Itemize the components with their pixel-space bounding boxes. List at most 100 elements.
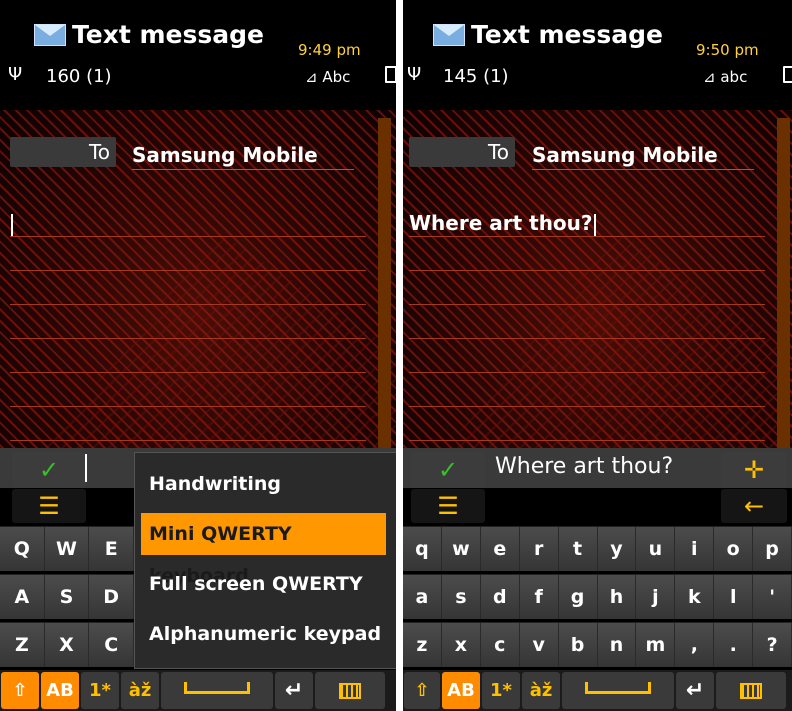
key-s[interactable]: S xyxy=(44,575,90,619)
input-preview: Where art thou? xyxy=(495,454,674,479)
enter-key[interactable]: ↵ xyxy=(676,672,714,709)
key-m[interactable]: m xyxy=(636,623,676,667)
key-q[interactable]: q xyxy=(403,527,442,571)
key-row-3: z x c v b n m , . ? xyxy=(403,622,792,667)
recipient-field[interactable]: Samsung Mobile xyxy=(532,143,754,170)
key-d[interactable]: D xyxy=(89,575,135,619)
accents-key[interactable]: àž xyxy=(522,672,560,709)
key-c[interactable]: c xyxy=(480,623,520,667)
key-z[interactable]: z xyxy=(403,623,442,667)
key-k[interactable]: k xyxy=(675,575,715,619)
to-button[interactable]: To xyxy=(409,137,515,167)
key-y[interactable]: y xyxy=(597,527,637,571)
line-rule xyxy=(409,406,765,407)
key-h[interactable]: h xyxy=(597,575,637,619)
case-key[interactable]: AB xyxy=(442,672,480,709)
key-p[interactable]: p xyxy=(753,527,792,571)
confirm-button[interactable]: ✓ xyxy=(12,452,86,488)
key-e[interactable]: E xyxy=(89,527,135,571)
key-u[interactable]: u xyxy=(636,527,676,571)
move-keyboard-button[interactable]: ✛ xyxy=(721,452,787,488)
space-key[interactable] xyxy=(562,672,674,709)
line-rule xyxy=(409,372,765,373)
menu-button[interactable]: ☰ xyxy=(12,489,86,523)
message-text: Where art thou? xyxy=(409,211,593,235)
keyboard-toggle-key[interactable] xyxy=(315,672,385,709)
keyboard-bottom-bar: ⇧ AB 1* àž ↵ xyxy=(0,670,396,711)
accents-key[interactable]: àž xyxy=(121,672,159,709)
key-a[interactable]: A xyxy=(0,575,45,619)
key-w[interactable]: W xyxy=(44,527,90,571)
key-x[interactable]: x xyxy=(441,623,481,667)
key-i[interactable]: i xyxy=(675,527,715,571)
key-o[interactable]: o xyxy=(714,527,754,571)
confirm-button[interactable]: ✓ xyxy=(411,452,485,488)
input-mode-indicator[interactable]: ⊿ abc xyxy=(703,68,747,86)
menu-item-alphanumeric[interactable]: Alphanumeric keypad xyxy=(141,613,386,655)
backspace-icon: ← xyxy=(743,492,765,520)
keyboard-toggle-key[interactable] xyxy=(716,672,786,709)
key-j[interactable]: j xyxy=(636,575,676,619)
input-mode-label: abc xyxy=(720,68,748,86)
scrollbar[interactable] xyxy=(378,118,391,458)
key-e[interactable]: e xyxy=(480,527,520,571)
key-a[interactable]: a xyxy=(403,575,442,619)
line-rule xyxy=(409,270,765,271)
input-method-menu: Handwriting Mini QWERTY keyboard Full sc… xyxy=(134,452,396,669)
key-apostrophe[interactable]: ' xyxy=(753,575,792,619)
key-w[interactable]: w xyxy=(441,527,481,571)
key-question[interactable]: ? xyxy=(753,623,792,667)
key-s[interactable]: s xyxy=(441,575,481,619)
shift-key[interactable]: ⇧ xyxy=(1,672,39,709)
char-counter: 145 (1) xyxy=(443,66,509,87)
enter-key[interactable]: ↵ xyxy=(275,672,313,709)
shift-key[interactable]: ⇧ xyxy=(404,672,440,709)
line-rule xyxy=(10,270,366,271)
scrollbar[interactable] xyxy=(777,118,790,458)
menu-item-mini-qwerty[interactable]: Mini QWERTY keyboard xyxy=(141,513,386,587)
message-body[interactable]: Where art thou? xyxy=(409,211,596,236)
key-d[interactable]: d xyxy=(480,575,520,619)
key-t[interactable]: t xyxy=(558,527,598,571)
key-row-1: Q W E xyxy=(0,526,135,571)
line-rule xyxy=(10,440,366,441)
menu-item-handwriting[interactable]: Handwriting xyxy=(141,463,386,505)
to-button[interactable]: To xyxy=(10,137,116,167)
enter-icon: ↵ xyxy=(284,678,304,703)
char-counter: 160 (1) xyxy=(46,66,112,87)
key-x[interactable]: X xyxy=(44,623,90,667)
menu-item-full-qwerty[interactable]: Full screen QWERTY xyxy=(141,563,386,605)
key-f[interactable]: f xyxy=(519,575,559,619)
battery-icon xyxy=(783,66,792,83)
keyboard-icon xyxy=(740,683,762,699)
backspace-key[interactable]: ← xyxy=(721,489,787,523)
app-title: Text message xyxy=(433,20,663,49)
key-v[interactable]: v xyxy=(519,623,559,667)
recipient-field[interactable]: Samsung Mobile xyxy=(132,143,354,170)
keyboard-icon xyxy=(339,683,361,699)
numbers-key[interactable]: 1* xyxy=(81,672,119,709)
key-row-2: A S D xyxy=(0,574,135,619)
key-n[interactable]: n xyxy=(597,623,637,667)
message-body[interactable] xyxy=(10,211,13,236)
key-period[interactable]: . xyxy=(714,623,754,667)
preview-cursor xyxy=(85,454,87,482)
menu-button[interactable]: ☰ xyxy=(411,489,485,523)
numbers-key[interactable]: 1* xyxy=(482,672,520,709)
key-c[interactable]: C xyxy=(89,623,135,667)
key-comma[interactable]: , xyxy=(675,623,715,667)
key-q[interactable]: Q xyxy=(0,527,45,571)
enter-icon: ↵ xyxy=(685,678,705,703)
key-z[interactable]: Z xyxy=(0,623,45,667)
key-b[interactable]: b xyxy=(558,623,598,667)
key-g[interactable]: g xyxy=(558,575,598,619)
case-key[interactable]: AB xyxy=(41,672,79,709)
clock: 9:50 pm xyxy=(696,41,759,59)
key-l[interactable]: l xyxy=(714,575,754,619)
space-key[interactable] xyxy=(161,672,273,709)
input-mode-indicator[interactable]: ⊿ Abc xyxy=(305,68,350,86)
app-title: Text message xyxy=(34,20,264,49)
key-row-1: q w e r t y u i o p xyxy=(403,526,792,571)
key-row-3: Z X C xyxy=(0,622,135,667)
key-r[interactable]: r xyxy=(519,527,559,571)
